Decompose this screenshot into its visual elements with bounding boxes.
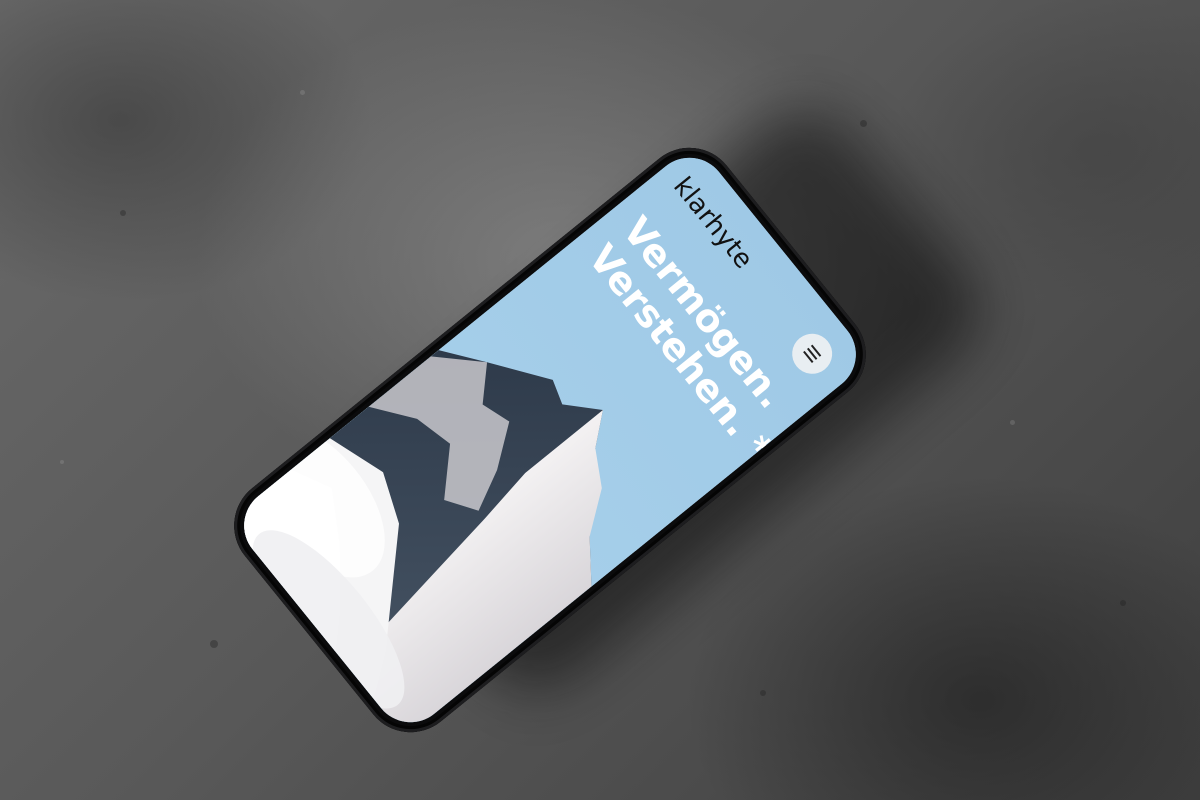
texture-speck xyxy=(1010,420,1015,425)
texture-speck xyxy=(760,690,766,696)
texture-speck xyxy=(210,640,218,648)
texture-speck xyxy=(120,210,126,216)
hamburger-icon xyxy=(803,344,822,364)
texture-speck xyxy=(60,460,64,464)
texture-speck xyxy=(1120,600,1126,606)
texture-speck xyxy=(300,90,305,95)
texture-speck xyxy=(860,120,867,127)
concrete-background: klarhyte Vermögen. Verstehen. * xyxy=(0,0,1200,800)
